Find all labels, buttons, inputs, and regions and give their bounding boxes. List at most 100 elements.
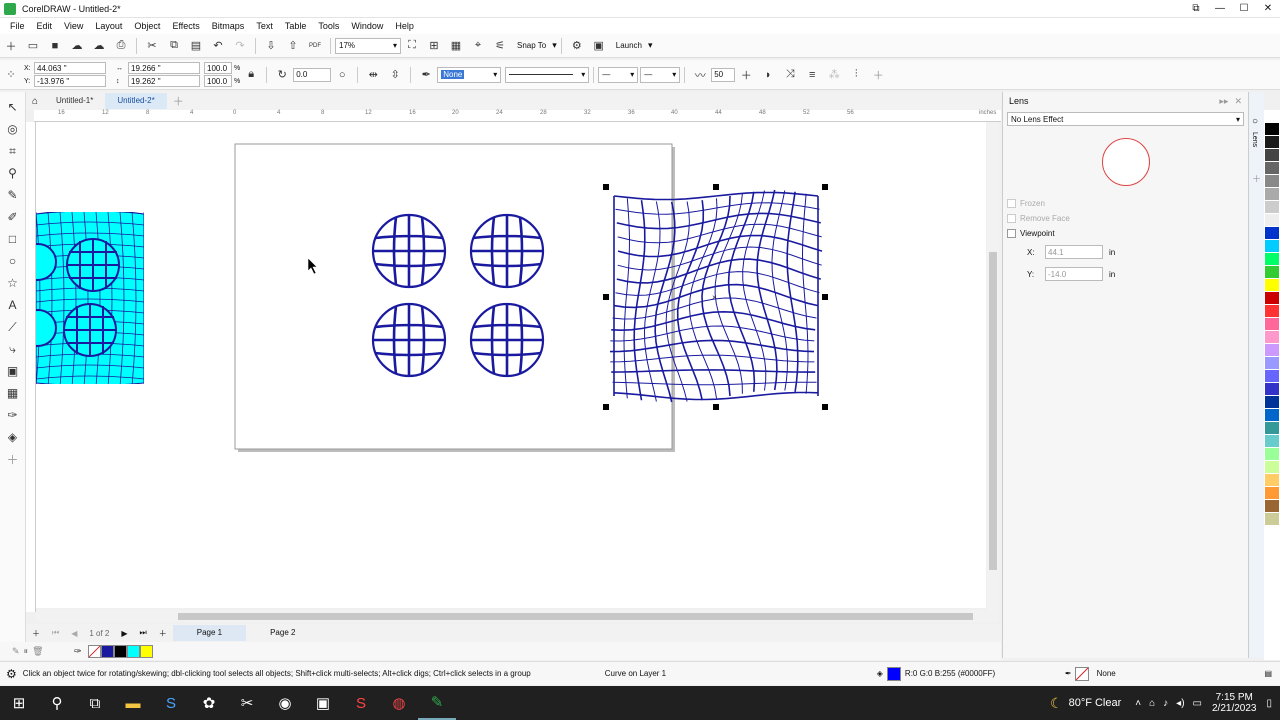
next-page-icon[interactable]: ▶ [115,629,133,638]
settings-gear-icon[interactable]: ⚙ [6,667,17,681]
parallel-dimension-tool-icon[interactable]: ⟋ [4,317,22,337]
width-field[interactable]: 19.266 " [128,62,200,74]
palette-swatch[interactable] [1265,162,1279,175]
palette-swatch[interactable] [1265,383,1279,396]
undo-icon[interactable]: ↶ [209,37,227,55]
palette-swatch[interactable] [1265,487,1279,500]
docker-collapse-icon[interactable]: ▸▸ [1219,96,1228,107]
paste-icon[interactable]: ▤ [187,37,205,55]
palette-swatch[interactable] [1265,448,1279,461]
add-page-after-icon[interactable]: ＋ [153,628,173,639]
windows-start-icon[interactable]: ⊞ [0,686,38,720]
menu-table[interactable]: Table [279,21,313,31]
menu-file[interactable]: File [4,21,31,31]
connector-tool-icon[interactable]: ⤷ [4,339,22,359]
open-icon[interactable]: ▭ [24,37,42,55]
cut-icon[interactable]: ✂ [143,37,161,55]
home-icon[interactable]: ⌂ [26,96,44,107]
page-tab-2[interactable]: Page 2 [246,625,319,641]
palette-swatch[interactable] [1265,201,1279,214]
vertical-scrollbar[interactable] [987,122,999,612]
edit-icon[interactable]: ✎ [12,646,20,657]
menu-bitmaps[interactable]: Bitmaps [206,21,251,31]
close-button[interactable]: ✕ [1256,0,1280,16]
store-icon[interactable]: ▣ [304,686,342,720]
scale-x-field[interactable]: 100.0 [204,62,232,74]
palette-swatch[interactable] [1265,474,1279,487]
palette-swatch[interactable] [1265,370,1279,383]
first-page-icon[interactable]: ⏮ [46,628,65,638]
palette-swatch[interactable] [1265,357,1279,370]
tab-untitled-1[interactable]: Untitled-1* [44,93,105,109]
clock-date[interactable]: 2/21/2023 [1212,703,1257,714]
export-icon[interactable]: ⇧ [284,37,302,55]
palette-swatch[interactable] [1265,240,1279,253]
print-icon[interactable]: ⎙ [112,37,130,55]
palette-swatch[interactable] [1265,136,1279,149]
tray-chevron-icon[interactable]: ˄ [1135,698,1141,709]
viewpoint-option[interactable]: Viewpoint [1003,226,1248,241]
palette-swatch[interactable] [1265,409,1279,422]
clock-time[interactable]: 7:15 PM [1216,692,1253,703]
end-arrowhead-select[interactable]: — ▾ [640,66,681,83]
smoothing-field[interactable]: 50 [711,67,736,82]
snap-to-dropdown[interactable]: Snap To [517,41,546,50]
shape-tool-icon[interactable]: ◎ [4,119,22,139]
menu-help[interactable]: Help [389,21,420,31]
new-tab-icon[interactable]: ＋ [167,93,190,109]
eyedropper-icon[interactable]: ✑ [74,646,82,657]
menu-view[interactable]: View [58,21,89,31]
restore-icon[interactable]: ⧉ [1184,0,1208,16]
app-red-s-icon[interactable]: S [342,686,380,720]
palette-swatch[interactable] [1265,435,1279,448]
add-page-before-icon[interactable]: ＋ [26,628,46,639]
palette-swatch[interactable] [1265,175,1279,188]
palette-swatch[interactable] [1265,513,1279,526]
outline-width-select[interactable]: None ▾ [437,66,502,83]
menu-window[interactable]: Window [345,21,389,31]
maximize-button[interactable]: ☐ [1232,0,1256,16]
swatch-none[interactable] [87,644,101,658]
menu-effects[interactable]: Effects [166,21,205,31]
launch-icon[interactable]: ▣ [590,37,608,55]
vertical-scroll-thumb[interactable] [989,252,997,570]
interactive-fill-tool-icon[interactable]: ◈ [4,427,22,447]
drawing-canvas[interactable]: × [36,122,986,608]
task-view-icon[interactable]: ⧉ [76,686,114,720]
coreldraw-taskbar-icon[interactable]: ✎ [418,686,456,720]
horizontal-scroll-thumb[interactable] [178,613,973,620]
palette-swatch[interactable] [1265,500,1279,513]
chrome-icon[interactable]: ◍ [380,686,418,720]
microphone-icon[interactable]: ♪ [1163,698,1168,709]
menu-layout[interactable]: Layout [89,21,128,31]
camera-icon[interactable]: ◉ [266,686,304,720]
swatch-cyan[interactable] [126,644,140,658]
new-document-icon[interactable]: ＋ [2,37,20,55]
close-curve-icon[interactable]: ◗ [759,66,777,84]
reference-point-icon[interactable]: ⁘ [2,66,20,84]
pause-icon[interactable]: ⏸ [24,646,29,657]
palette-swatch[interactable] [1265,214,1279,227]
viewpoint-y-field[interactable]: -14.0 [1045,267,1103,281]
page-tab-1[interactable]: Page 1 [172,625,247,641]
line-style-select[interactable]: ▾ [505,66,590,83]
snap-icon[interactable]: ⚟ [491,37,509,55]
swatch-yellow[interactable] [139,644,153,658]
fill-color-swatch[interactable] [886,666,901,681]
minimize-button[interactable]: — [1208,0,1232,16]
palette-swatch[interactable] [1265,188,1279,201]
paint-icon[interactable]: ✿ [190,686,228,720]
transparency-tool-icon[interactable]: ▦ [4,383,22,403]
docker-tab-lens[interactable]: Lens [1251,132,1258,147]
lock-ratio-icon[interactable]: 🔒︎ [242,66,260,84]
menu-object[interactable]: Object [128,21,166,31]
search-icon[interactable]: ⚲ [38,686,76,720]
prev-page-icon[interactable]: ◀ [65,629,83,638]
palette-swatch[interactable] [1265,123,1279,136]
menu-text[interactable]: Text [250,21,279,31]
zoom-level-select[interactable]: 17% ▾ [335,37,401,54]
cloud-open-icon[interactable]: ☁ [68,37,86,55]
calculator-icon[interactable]: ▤ [1264,669,1272,678]
pick-tool-icon[interactable]: ↖ [4,97,22,117]
rotation-angle-field[interactable]: 0.0 [293,67,332,82]
